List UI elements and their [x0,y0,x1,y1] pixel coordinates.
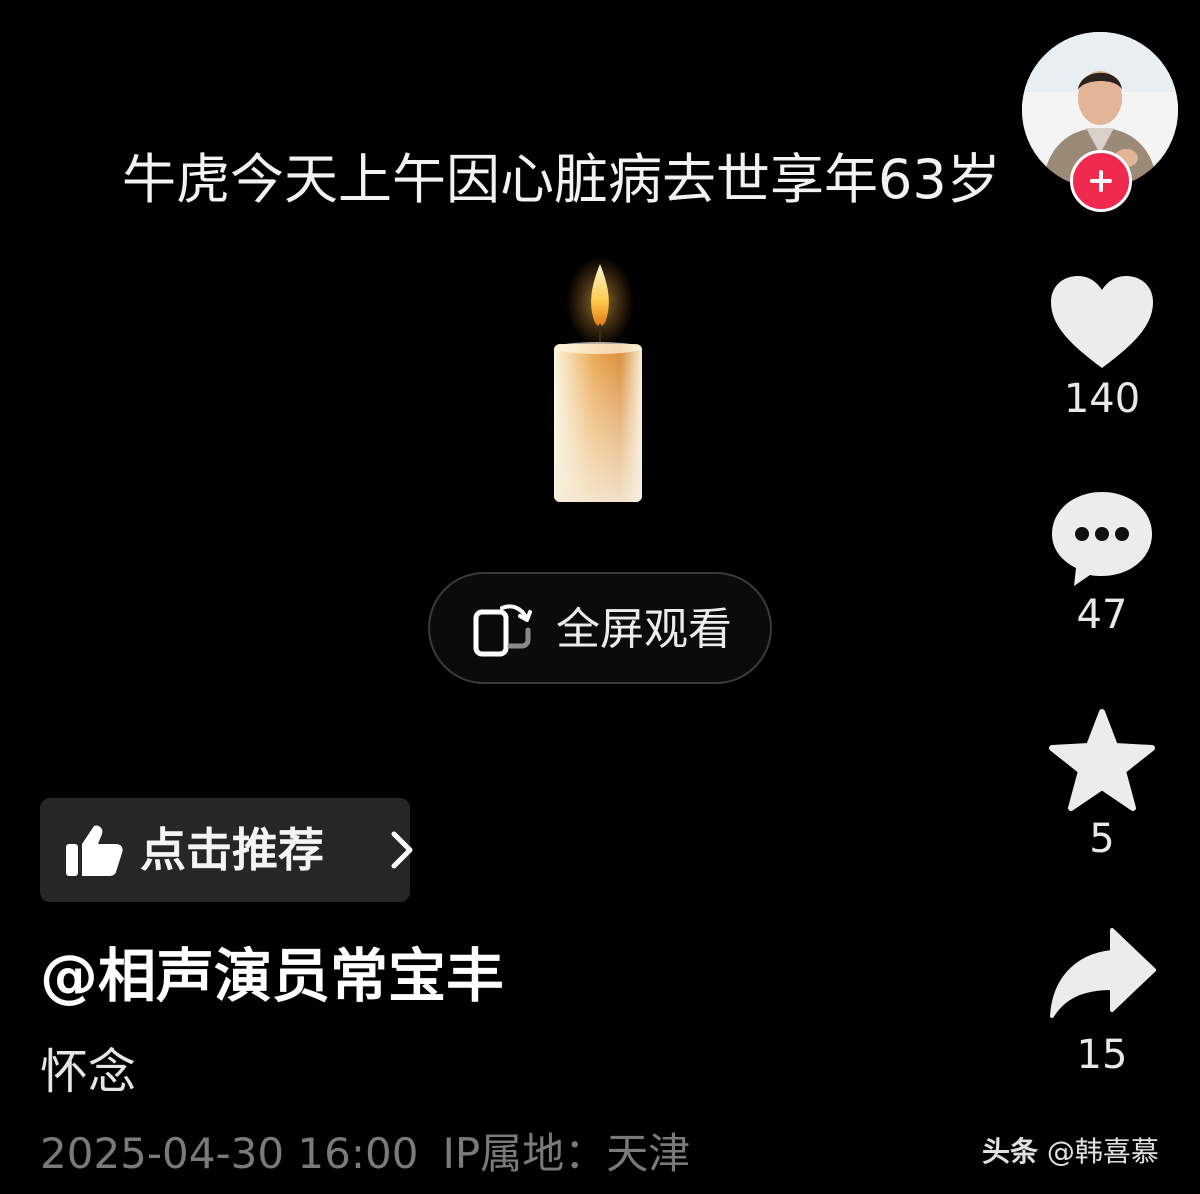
follow-plus-button[interactable] [1070,150,1132,212]
share-action[interactable]: 15 [1040,926,1164,1078]
recommend-button[interactable]: 点击推荐 [40,798,413,902]
recommend-label: 点击推荐 [140,823,324,877]
video-description: 怀念 [40,1044,137,1100]
heart-icon [1051,276,1153,368]
favorite-action[interactable]: 5 [1040,708,1164,862]
favorite-count: 5 [1089,816,1115,862]
video-caption: 牛虎今天上午因心脏病去世享年63岁 [122,148,1001,211]
share-count: 15 [1076,1032,1128,1078]
comment-icon [1052,492,1152,586]
fullscreen-label: 全屏观看 [556,604,732,655]
chevron-right-icon [391,831,413,869]
ip-location: IP属地：天津 [442,1129,691,1178]
comment-count: 47 [1076,592,1128,638]
rotate-screen-icon [473,604,532,657]
post-date: 2025-04-30 16:00 [40,1129,419,1178]
author-name[interactable]: @相声演员常宝丰 [40,940,504,1012]
star-icon [1049,709,1155,811]
candle-image [548,256,652,508]
thumbs-up-icon [66,825,123,876]
watermark: 头条 @韩喜慕 [982,1132,1159,1172]
post-meta: 2025-04-30 16:00 IP属地：天津 [40,1124,690,1184]
fullscreen-button[interactable]: 全屏观看 [428,572,772,684]
like-action[interactable]: 140 [1040,272,1164,422]
share-arrow-icon [1050,928,1156,1018]
watermark-handle: @韩喜慕 [1046,1135,1159,1168]
comment-action[interactable]: 47 [1040,488,1164,638]
watermark-brand: 头条 [982,1135,1039,1168]
like-count: 140 [1063,376,1141,422]
